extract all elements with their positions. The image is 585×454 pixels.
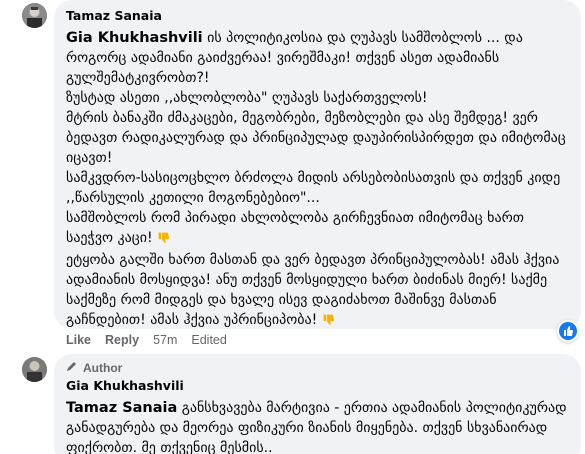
thumbs-down-icon [322,312,335,332]
like-button[interactable]: Like [66,333,91,347]
comment-text: Gia Khukhashvili ის პოლიტიკოსია და ღუპავ… [66,28,569,332]
mention-link[interactable]: Gia Khukhashvili [66,30,203,46]
timestamp[interactable]: 57m [153,333,177,347]
reply-button[interactable]: Reply [105,333,139,347]
comment-bubble: Author Gia Khukhashvili Tamaz Sanaia გან… [54,354,581,454]
pencil-icon [66,360,78,376]
author-badge: Author [66,360,569,376]
avatar[interactable] [22,357,47,382]
comment-author[interactable]: Gia Khukhashvili [66,378,569,394]
mention-link[interactable]: Tamaz Sanaia [66,400,177,416]
comment-thread: Tamaz Sanaia Gia Khukhashvili ის პოლიტიკ… [0,0,585,454]
comment-author[interactable]: Tamaz Sanaia [66,8,569,24]
comment-bubble: Tamaz Sanaia Gia Khukhashvili ის პოლიტიკ… [54,0,581,329]
comment-text: Tamaz Sanaia განსხვავება მარტივია - ერთი… [66,400,571,454]
edited-label: Edited [191,333,227,347]
like-icon [559,322,577,340]
reaction-count[interactable] [557,320,579,342]
avatar[interactable] [22,3,47,28]
thumbs-down-icon [157,230,170,250]
comment-actions: Like Reply 57m Edited [66,333,241,347]
